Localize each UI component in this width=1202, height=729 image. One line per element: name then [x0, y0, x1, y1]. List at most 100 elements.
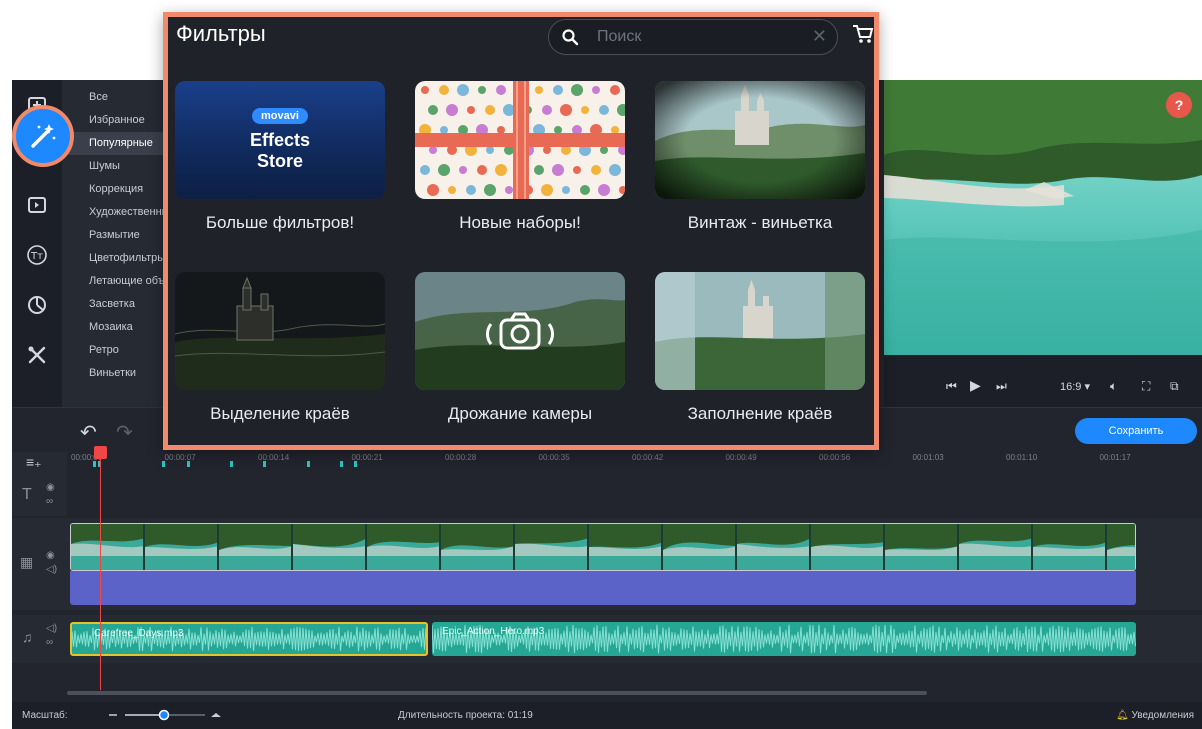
undo-icon[interactable]: ↶: [80, 420, 97, 445]
visibility-icon[interactable]: ◉: [46, 482, 55, 493]
status-bar: Масштаб: Длительность проекта: 01:19 🔔︎ …: [12, 702, 1202, 729]
more-tools-button[interactable]: [20, 338, 54, 372]
filter-category-item[interactable]: Размытие: [62, 224, 172, 247]
ruler-tick-label: 00:00:49: [725, 453, 757, 462]
store-line-2: Store: [256, 151, 303, 171]
timeline-scrollbar[interactable]: [67, 691, 927, 695]
link-icon[interactable]: ∞: [46, 637, 53, 648]
filters-search-box[interactable]: ✕: [548, 19, 838, 55]
ruler-tick-label: 00:00:56: [819, 453, 851, 462]
filter-category-item[interactable]: Все: [62, 86, 172, 109]
filters-button[interactable]: [12, 105, 74, 167]
ruler-marker[interactable]: [162, 461, 165, 467]
video-track-icon: ▦: [20, 554, 34, 570]
ruler-tick-label: 00:00:35: [538, 453, 570, 462]
next-frame-icon[interactable]: ⏭: [996, 379, 1007, 394]
ruler-marker[interactable]: [307, 461, 310, 467]
video-clip[interactable]: [70, 523, 1136, 571]
audio-clip-1-name: Carefree_Days.mp3: [94, 628, 184, 639]
ruler-marker[interactable]: [93, 461, 96, 467]
filter-category-item[interactable]: Засветка: [62, 293, 172, 316]
titles-button[interactable]: Tт: [20, 238, 54, 272]
edge-detection-thumbnail: [175, 272, 385, 390]
clear-search-icon[interactable]: ✕: [812, 26, 827, 47]
filter-category-item[interactable]: Виньетки: [62, 362, 172, 385]
mute-icon[interactable]: ◁): [46, 564, 57, 575]
filter-category-item[interactable]: Цветофильтры: [62, 247, 172, 270]
video-track-header: ▦ ◉ ◁): [12, 518, 67, 610]
add-track-area: ≡₊: [12, 452, 67, 476]
aspect-ratio-select[interactable]: 16:9 ▾: [1060, 380, 1090, 393]
filter-category-item[interactable]: Популярные: [62, 132, 172, 155]
play-icon[interactable]: ▶: [970, 377, 981, 394]
filter-tile-label: Выделение краёв: [210, 404, 350, 423]
mute-icon[interactable]: ◁): [46, 623, 57, 634]
filter-tile-new-packs[interactable]: Новые наборы!: [415, 81, 625, 233]
filter-category-item[interactable]: Художественные: [62, 201, 172, 224]
ruler-marker[interactable]: [340, 461, 343, 467]
filter-category-item[interactable]: Летающие объекты: [62, 270, 172, 293]
camera-shake-thumbnail: [415, 272, 625, 390]
project-duration: Длительность проекта: 01:19: [398, 710, 533, 721]
timeline-ruler[interactable]: 00:00:00 00:00:07 00:00:14 00:00:21 00:00:28…: [67, 452, 1202, 476]
filter-tile-edge-detection[interactable]: Выделение краёв: [175, 272, 385, 424]
fullscreen-icon[interactable]: ⛶: [1142, 379, 1150, 394]
filter-category-item[interactable]: Мозаика: [62, 316, 172, 339]
bell-icon: 🔔︎: [1115, 710, 1129, 721]
ruler-tick-label: 00:00:28: [445, 453, 477, 462]
ruler-tick-label: 00:01:17: [1099, 453, 1131, 462]
ruler-marker[interactable]: [263, 461, 266, 467]
store-line-1: Effects: [249, 130, 311, 150]
audio-clip-2[interactable]: Epic_Action_Hero.mp3: [432, 622, 1136, 656]
help-button[interactable]: ?: [1166, 92, 1192, 118]
vintage-vignette-thumbnail: [655, 81, 865, 199]
sticker-icon: [28, 296, 46, 314]
transitions-button[interactable]: [20, 188, 54, 222]
volume-icon[interactable]: 🔈︎: [1110, 379, 1117, 394]
filter-tile-label: Дрожание камеры: [447, 404, 593, 423]
new-packs-thumbnail: [415, 81, 625, 199]
playhead-handle[interactable]: [94, 446, 107, 459]
transitions-icon: [28, 197, 46, 213]
search-icon: [562, 29, 579, 46]
svg-text:Tт: Tт: [30, 251, 43, 262]
edge-fill-thumbnail: [655, 272, 865, 390]
ruler-tick-label: 00:00:07: [164, 453, 196, 462]
audio-clip-1[interactable]: Carefree_Days.mp3: [70, 622, 428, 656]
filter-category-item[interactable]: Ретро: [62, 339, 172, 362]
add-track-icon[interactable]: ≡₊: [26, 454, 42, 471]
ruler-marker[interactable]: [187, 461, 190, 467]
notifications-link[interactable]: 🔔︎ Уведомления: [1116, 710, 1194, 721]
filter-category-item[interactable]: Шумы: [62, 155, 172, 178]
audio-clip-2-name: Epic_Action_Hero.mp3: [442, 626, 545, 637]
zoom-label: Масштаб:: [22, 710, 68, 721]
link-icon[interactable]: ∞: [46, 496, 53, 507]
effects-store-thumbnail: movavi Effects Store: [175, 81, 385, 199]
filter-tile-more-filters[interactable]: movavi Effects Store Больше фильтров!: [175, 81, 385, 233]
detach-player-icon[interactable]: ⧉: [1170, 379, 1179, 394]
filters-title: Фильтры: [176, 21, 266, 46]
save-button[interactable]: Сохранить: [1075, 418, 1197, 444]
filter-tile-label: Винтаж - виньетка: [687, 213, 833, 232]
zoom-slider[interactable]: [107, 708, 222, 722]
ruler-tick-label: 00:00:42: [632, 453, 664, 462]
player-panel: ? ⏮ ▶ ⏭ 16:9 ▾ 🔈︎ ⛶ ⧉: [884, 80, 1202, 407]
ruler-marker[interactable]: [354, 461, 357, 467]
visibility-icon[interactable]: ◉: [46, 550, 55, 561]
magic-wand-icon: [31, 124, 56, 148]
filter-tile-edge-fill[interactable]: Заполнение краёв: [655, 272, 865, 424]
filter-category-list: Все Избранное Популярные Шумы Коррекция Худож…: [62, 80, 172, 407]
filter-tile-vintage-vignette[interactable]: Винтаж - виньетка: [655, 81, 865, 233]
filter-category-item[interactable]: Коррекция: [62, 178, 172, 201]
redo-icon[interactable]: ↷: [116, 420, 133, 445]
filter-tile-camera-shake[interactable]: Дрожание камеры: [415, 272, 625, 424]
video-clip-effects-bar[interactable]: [70, 571, 1136, 605]
filter-tile-label: Новые наборы!: [459, 213, 581, 232]
cart-icon[interactable]: [852, 23, 874, 45]
ruler-marker[interactable]: [230, 461, 233, 467]
search-input[interactable]: [597, 26, 787, 48]
text-track[interactable]: [67, 476, 1202, 516]
filter-category-item[interactable]: Избранное: [62, 109, 172, 132]
stickers-button[interactable]: [20, 288, 54, 322]
prev-frame-icon[interactable]: ⏮: [946, 379, 957, 394]
